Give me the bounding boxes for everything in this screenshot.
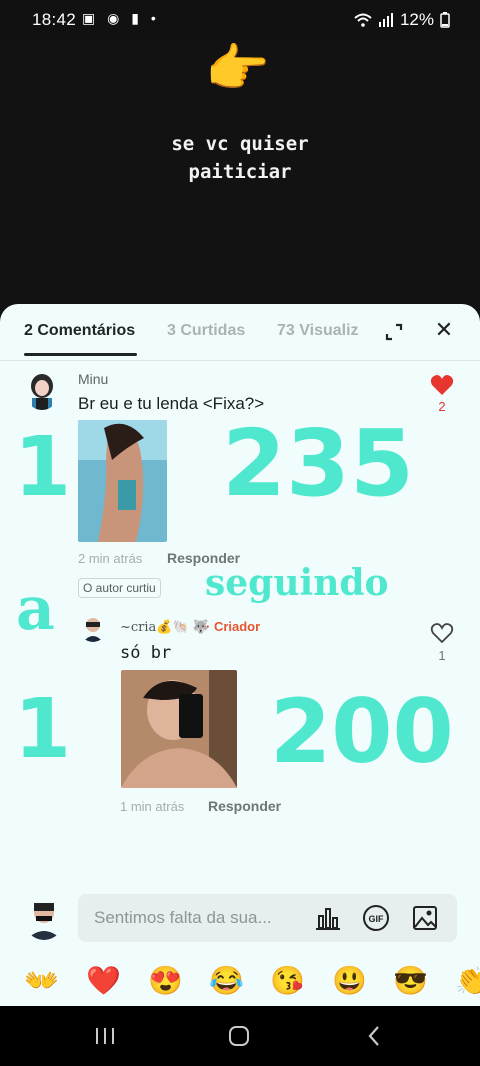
comments-sheet: 2 Comentários 3 Curtidas 73 Visualiz ✕ M… xyxy=(0,304,480,1006)
emoji-quick-bar: 👐 ❤️ 😍 😂 😘 😃 😎 👏 xyxy=(0,962,480,1006)
tabs-divider xyxy=(0,360,480,361)
comment-input-placeholder: Sentimos falta da sua... xyxy=(94,908,272,927)
comment-like-count: 2 xyxy=(438,399,446,414)
emoji-kiss[interactable]: 😘 xyxy=(270,964,305,997)
reply-reply-button[interactable]: Responder xyxy=(208,798,281,814)
sheet-tabs: 2 Comentários 3 Curtidas 73 Visualiz xyxy=(24,320,424,356)
emoji-clap[interactable]: 👏 xyxy=(455,964,480,997)
tab-comments[interactable]: 2 Comentários xyxy=(24,322,135,340)
status-time: 18:42 xyxy=(32,10,77,29)
overlay-number-1b: 1 xyxy=(14,682,72,777)
system-nav-bar xyxy=(0,1006,480,1066)
tab-likes[interactable]: 3 Curtidas xyxy=(167,322,245,340)
reply-text: só br xyxy=(120,643,172,663)
story-background: 👉 se vc quiser paiticiar xyxy=(0,38,480,308)
heart-outline-icon[interactable] xyxy=(430,622,454,644)
story-caption-line-2: paiticiar xyxy=(188,161,292,183)
emoji-heart-eyes[interactable]: 😍 xyxy=(148,964,183,997)
comment-input[interactable]: Sentimos falta da sua... GIF xyxy=(78,894,457,942)
home-icon[interactable] xyxy=(228,1025,250,1047)
reply-time: 1 min atrás xyxy=(120,799,185,814)
recent-apps-icon[interactable] xyxy=(94,1026,116,1046)
gif-icon[interactable]: GIF xyxy=(362,904,390,932)
status-right: 12% xyxy=(354,10,450,30)
story-caption: se vc quiser paiticiar xyxy=(0,130,480,186)
svg-text:GIF: GIF xyxy=(369,914,385,924)
reply-username[interactable]: ~cria💰🐚 🐺 xyxy=(120,620,209,635)
overlay-seguindo: seguindo xyxy=(205,562,389,604)
overlay-number-1: 1 xyxy=(14,420,72,515)
emoji-sunglasses[interactable]: 😎 xyxy=(393,964,428,997)
notification-icons: ▣ ◉ ▮ • xyxy=(82,10,160,26)
battery-percent: 12% xyxy=(399,10,434,29)
comment-username[interactable]: Minu xyxy=(78,371,108,387)
poll-icon[interactable] xyxy=(314,904,342,932)
back-icon[interactable] xyxy=(366,1025,382,1047)
avatar-minu[interactable] xyxy=(24,370,60,410)
heart-filled-icon[interactable] xyxy=(430,374,454,396)
battery-icon xyxy=(440,12,450,28)
overlay-number-200: 200 xyxy=(270,680,454,783)
signal-icon xyxy=(378,13,393,27)
reply-like-count: 1 xyxy=(438,648,446,663)
reply-photo[interactable] xyxy=(121,670,237,788)
status-bar: 18:42 ▣ ◉ ▮ • 12% xyxy=(0,0,480,38)
overlay-letter-a: a xyxy=(16,574,55,644)
emoji-hands[interactable]: 👐 xyxy=(24,964,59,997)
emoji-heart[interactable]: ❤️ xyxy=(86,964,121,997)
avatar-creator[interactable] xyxy=(79,614,107,642)
comment-time: 2 min atrás xyxy=(78,551,143,566)
emoji-laughing[interactable]: 😂 xyxy=(209,964,244,997)
author-liked-badge: O autor curtiu xyxy=(78,578,161,598)
close-icon[interactable]: ✕ xyxy=(432,318,456,342)
tab-underline xyxy=(24,353,137,356)
wifi-icon xyxy=(354,13,372,27)
creator-badge: · Criador xyxy=(206,619,261,634)
image-icon[interactable] xyxy=(411,904,439,932)
pointing-hand-emoji: 👉 xyxy=(205,40,270,98)
comment-photo[interactable] xyxy=(78,420,167,542)
emoji-smile[interactable]: 😃 xyxy=(332,964,367,997)
my-avatar[interactable] xyxy=(24,898,64,940)
overlay-number-235: 235 xyxy=(222,410,415,517)
story-caption-line-1: se vc quiser xyxy=(171,133,309,155)
expand-icon[interactable] xyxy=(382,320,406,344)
tab-views[interactable]: 73 Visualiz xyxy=(277,322,359,340)
